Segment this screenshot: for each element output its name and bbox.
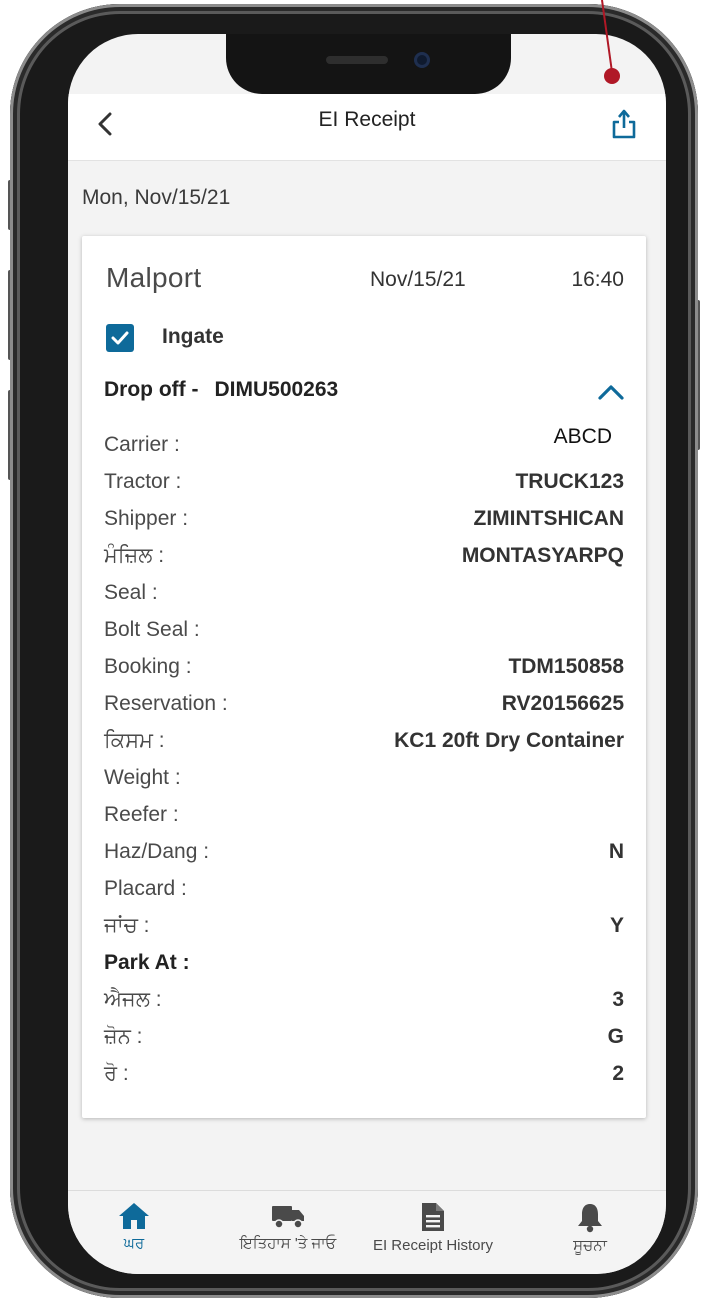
receipt-time: 16:40: [571, 268, 624, 291]
field-weight: Weight :: [104, 766, 624, 796]
field-label: Reefer :: [104, 803, 179, 826]
field-value: MONTASYARPQ: [461, 544, 624, 567]
field-tractor: Tractor : TRUCK123: [104, 470, 624, 500]
checkmark-icon: [111, 331, 129, 345]
field-label: ਐਜਲ :: [104, 988, 162, 1011]
front-camera: [414, 52, 430, 68]
field-label: Carrier :: [104, 433, 180, 456]
field-label: Haz/Dang :: [104, 840, 210, 863]
field-shipper: Shipper : ZIMINTSHICAN: [104, 507, 624, 537]
field-seal: Seal :: [104, 581, 624, 611]
field-value: 2: [612, 1062, 624, 1085]
chevron-up-icon[interactable]: [596, 382, 626, 402]
field-label: ਜ਼ੋਨ :: [104, 1025, 143, 1048]
field-value: N: [608, 840, 624, 863]
drop-off-row: Drop off - DIMU500263: [104, 378, 338, 402]
field-haz-dang: Haz/Dang : N: [104, 840, 624, 870]
field-label: ਮੰਜ਼ਿਲ :: [104, 544, 165, 567]
nav-item-home[interactable]: ਘਰ: [114, 1201, 154, 1252]
page-title: EI Receipt: [318, 108, 416, 131]
field-value: TDM150858: [508, 655, 624, 678]
receipt-date: Nov/15/21: [370, 268, 466, 291]
app-header: EI Receipt: [68, 94, 666, 161]
field-label: Placard :: [104, 877, 187, 900]
field-label: Bolt Seal :: [104, 618, 200, 641]
field-value: KC1 20ft Dry Container: [394, 729, 624, 752]
field-bolt-seal: Bolt Seal :: [104, 618, 624, 648]
field-carrier: Carrier : ABCD: [104, 425, 624, 463]
phone-frame: EI Receipt Mon, Nov/15/21 Malport Nov/15…: [10, 4, 698, 1298]
field-park-at: Park At :: [104, 951, 624, 981]
field-destination: ਮੰਜ਼ਿਲ : MONTASYARPQ: [104, 544, 624, 574]
phone-screen: EI Receipt Mon, Nov/15/21 Malport Nov/15…: [68, 34, 666, 1274]
field-label: Shipper :: [104, 507, 189, 530]
field-value: Y: [609, 914, 624, 937]
field-value: ABCD: [553, 425, 612, 448]
home-icon: [119, 1203, 149, 1229]
field-reefer: Reefer :: [104, 803, 624, 833]
field-inspection: ਜਾਂਚ : Y: [104, 914, 624, 944]
receipt-date-header: Mon, Nov/15/21: [82, 186, 231, 209]
truck-icon: [272, 1206, 304, 1229]
bell-icon: [578, 1204, 602, 1233]
field-zone: ਜ਼ੋਨ : G: [104, 1025, 624, 1055]
nav-item-notifications[interactable]: ਸੂਚਨਾ: [560, 1201, 620, 1254]
field-label: Tractor :: [104, 470, 182, 493]
ingate-label: Ingate: [162, 325, 224, 348]
field-value: 3: [612, 988, 624, 1011]
nav-label: ਘਰ: [123, 1235, 145, 1252]
park-at-heading: Park At :: [104, 951, 190, 974]
container-id: DIMU500263: [214, 378, 339, 401]
field-value: G: [607, 1025, 624, 1048]
field-label: Reservation :: [104, 692, 228, 715]
nav-label: ਇਤਿਹਾਸ 'ਤੇ ਜਾਓ: [239, 1235, 337, 1252]
field-reservation: Reservation : RV20156625: [104, 692, 624, 722]
field-type: ਕਿਸਮ : KC1 20ft Dry Container: [104, 729, 624, 759]
nav-item-go-to-history[interactable]: ਇਤਿਹਾਸ 'ਤੇ ਜਾਓ: [228, 1201, 348, 1252]
field-value: ZIMINTSHICAN: [473, 507, 625, 530]
field-label: ਕਿਸਮ :: [104, 729, 165, 752]
bottom-navigation: ਘਰ ਇਤਿਹਾਸ 'ਤੇ ਜਾਓ EI Receipt History ਸੂਚ…: [68, 1190, 666, 1274]
share-icon[interactable]: [610, 108, 638, 140]
ingate-checkbox[interactable]: [106, 324, 134, 352]
nav-item-ei-receipt-history[interactable]: EI Receipt History: [368, 1201, 498, 1254]
notch: [226, 34, 511, 94]
field-label: Booking :: [104, 655, 192, 678]
receipt-card: Malport Nov/15/21 16:40 Ingate Drop off …: [82, 236, 646, 1118]
field-placard: Placard :: [104, 877, 624, 907]
field-label: Seal :: [104, 581, 158, 604]
nav-label: EI Receipt History: [372, 1237, 494, 1254]
field-row: ਰੋ : 2: [104, 1062, 624, 1092]
document-icon: [422, 1203, 444, 1231]
field-label: ਰੋ :: [104, 1062, 129, 1085]
field-aisle: ਐਜਲ : 3: [104, 988, 624, 1018]
field-value: RV20156625: [501, 692, 624, 715]
speaker-grille: [326, 56, 388, 64]
field-label: ਜਾਂਚ :: [104, 914, 150, 937]
field-value: TRUCK123: [515, 470, 624, 493]
field-label: Weight :: [104, 766, 181, 789]
field-booking: Booking : TDM150858: [104, 655, 624, 685]
nav-label: ਸੂਚਨਾ: [573, 1237, 607, 1254]
company-logo-text: Malport: [106, 262, 202, 293]
drop-off-label: Drop off -: [104, 378, 199, 401]
